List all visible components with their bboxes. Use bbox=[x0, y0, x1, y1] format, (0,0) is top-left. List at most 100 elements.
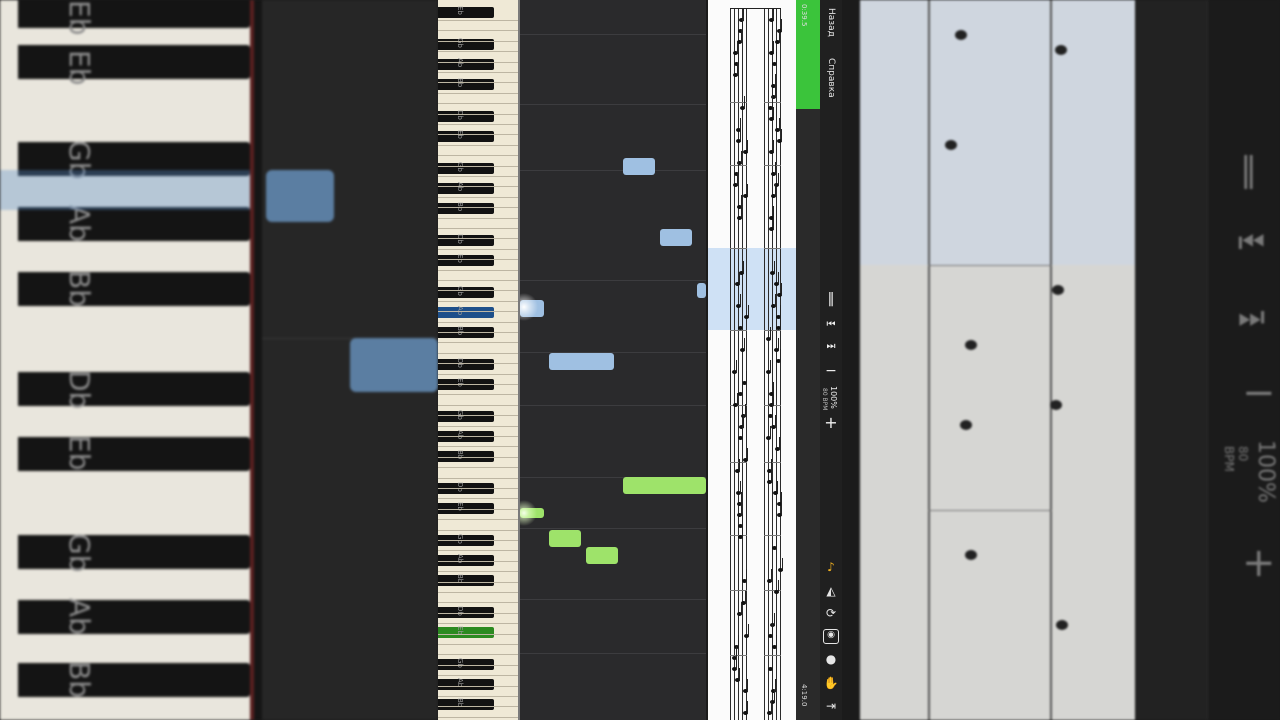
white-key-divider bbox=[438, 457, 518, 458]
note-stem bbox=[773, 393, 774, 406]
note-stem bbox=[778, 580, 779, 593]
white-key-divider bbox=[438, 363, 518, 364]
speed-plus-button[interactable]: + bbox=[823, 415, 839, 431]
bg-key-label: Ab bbox=[63, 205, 96, 242]
bg-key-label: Gb bbox=[63, 533, 96, 573]
hand-icon[interactable]: ✋ bbox=[822, 676, 840, 692]
pause-icon[interactable]: ‖ bbox=[823, 292, 839, 306]
white-key-divider bbox=[438, 301, 518, 302]
note-stem bbox=[775, 679, 776, 692]
white-key-divider bbox=[438, 145, 518, 146]
note-stem bbox=[773, 217, 774, 230]
song-progress-bar[interactable]: 0:39.5 4:19.0 bbox=[796, 0, 820, 720]
speed-percent: 100% bbox=[829, 386, 838, 409]
white-key-divider bbox=[438, 353, 518, 354]
note-right-hand bbox=[549, 353, 614, 370]
help-button[interactable]: Справка bbox=[820, 58, 842, 98]
key-label: Eb bbox=[456, 378, 464, 387]
piano-black-key[interactable]: Bb bbox=[438, 202, 494, 214]
piano-black-key[interactable]: Gb bbox=[438, 162, 494, 174]
note-stem bbox=[736, 360, 737, 373]
white-key-divider bbox=[438, 62, 518, 63]
white-key-divider bbox=[438, 644, 518, 645]
note-right-hand bbox=[660, 229, 692, 246]
white-key-divider bbox=[438, 571, 518, 572]
piano-black-key[interactable]: Ab bbox=[438, 306, 494, 318]
white-key-divider bbox=[438, 488, 518, 489]
piano-black-key[interactable]: Ab bbox=[438, 58, 494, 70]
hand-left-icon[interactable]: ◉ bbox=[823, 629, 839, 644]
piano-black-key[interactable]: Bb bbox=[438, 574, 494, 586]
exit-icon[interactable]: ⇥ bbox=[822, 699, 840, 715]
barline bbox=[764, 165, 781, 166]
key-label: Ab bbox=[456, 430, 464, 440]
note-right-hand bbox=[697, 283, 706, 298]
white-key-divider bbox=[438, 218, 518, 219]
white-key-divider bbox=[438, 686, 518, 687]
note-stem bbox=[780, 349, 781, 362]
white-key-divider bbox=[438, 186, 518, 187]
note-stem bbox=[771, 470, 772, 483]
piano-black-key[interactable]: Db bbox=[438, 110, 494, 122]
note-stem bbox=[773, 8, 774, 21]
note-stem bbox=[738, 635, 739, 648]
white-key-divider bbox=[438, 20, 518, 21]
skip-back-icon[interactable]: ⏮ bbox=[823, 318, 839, 332]
note-stem bbox=[779, 437, 780, 450]
note-stem bbox=[781, 129, 782, 142]
piano-black-key[interactable]: Ab bbox=[438, 182, 494, 194]
key-label: Db bbox=[456, 482, 464, 492]
piano-black-key[interactable]: Db bbox=[438, 358, 494, 370]
note-stem bbox=[773, 41, 774, 54]
note-stem bbox=[743, 261, 744, 274]
note-stem bbox=[748, 624, 749, 637]
metronome-icon[interactable]: ◭ bbox=[822, 584, 840, 600]
white-key-divider bbox=[438, 634, 518, 635]
white-key-divider bbox=[438, 51, 518, 52]
piano-black-key[interactable]: Ab bbox=[438, 678, 494, 690]
white-key-divider bbox=[438, 166, 518, 167]
note-stem bbox=[744, 338, 745, 351]
current-measure-highlight bbox=[708, 248, 796, 330]
white-key-divider bbox=[438, 238, 518, 239]
white-key-divider bbox=[438, 592, 518, 593]
key-label: Bb bbox=[456, 326, 464, 336]
white-key-divider bbox=[438, 228, 518, 229]
note-stem bbox=[742, 525, 743, 538]
piano-black-key[interactable]: Eb bbox=[438, 626, 494, 638]
piano-black-key[interactable]: Gb bbox=[438, 286, 494, 298]
back-button[interactable]: Назад bbox=[820, 8, 842, 37]
piano-black-key[interactable]: Bb bbox=[438, 78, 494, 90]
piano-black-key[interactable]: Eb bbox=[438, 130, 494, 142]
background-left-blur: Eb Eb Gb Ab Bb Db Eb Gb Ab Bb bbox=[0, 0, 438, 720]
loop-icon[interactable]: ⟳ bbox=[822, 606, 840, 622]
key-label: Db bbox=[456, 606, 464, 616]
pin-icon[interactable]: ● bbox=[822, 652, 840, 668]
white-key-divider bbox=[438, 155, 518, 156]
skip-forward-icon[interactable]: ⏭ bbox=[823, 340, 839, 354]
note-stem bbox=[742, 382, 743, 395]
piano-black-key[interactable]: Eb bbox=[438, 254, 494, 266]
speed-minus-button[interactable]: − bbox=[823, 364, 839, 378]
note-stem bbox=[743, 415, 744, 428]
piano-black-key[interactable]: Bb bbox=[438, 698, 494, 710]
piano-black-key[interactable]: Db bbox=[438, 234, 494, 246]
note-stem bbox=[746, 569, 747, 582]
note-stem bbox=[779, 30, 780, 43]
piano-black-key[interactable]: Eb bbox=[438, 6, 494, 18]
sheet-music[interactable] bbox=[708, 0, 796, 720]
white-key-divider bbox=[438, 478, 518, 479]
piano-black-key[interactable]: Gb bbox=[438, 410, 494, 422]
white-key-divider bbox=[438, 706, 518, 707]
note-stem bbox=[741, 206, 742, 219]
white-key-divider bbox=[438, 509, 518, 510]
note-stem bbox=[781, 283, 782, 296]
note-stem bbox=[741, 602, 742, 615]
bg-key-label: Eb bbox=[63, 435, 96, 471]
white-key-divider bbox=[438, 30, 518, 31]
music-notes-icon[interactable]: ♪ bbox=[822, 560, 840, 576]
note-stem bbox=[747, 448, 748, 461]
white-key-divider bbox=[438, 602, 518, 603]
piano-keyboard[interactable]: Eb Gb Ab Bb Db Eb Gb Ab Bb Db Eb Gb Ab Bb Db Eb Gb Ab Bb Db… bbox=[438, 0, 520, 720]
note-stem bbox=[772, 624, 773, 637]
